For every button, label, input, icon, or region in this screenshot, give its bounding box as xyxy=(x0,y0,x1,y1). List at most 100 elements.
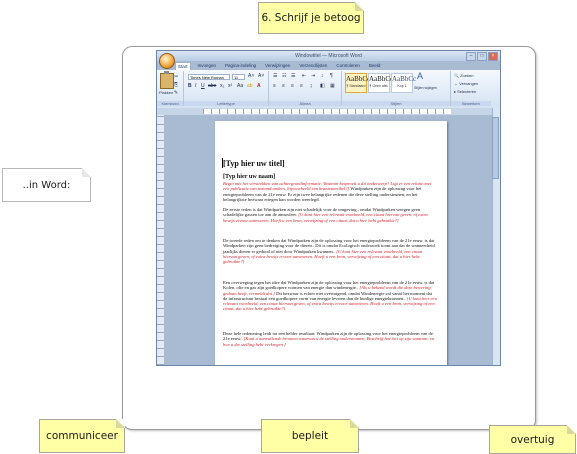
align-right-icon[interactable]: ≡ xyxy=(291,83,294,90)
placeholder-text: [Kunt u aanvullende bronnen waarvan u de… xyxy=(223,336,435,347)
paragraph-intro[interactable]: Begin met het verstrekken van achtergron… xyxy=(223,181,437,202)
subscript-icon[interactable]: x₂ xyxy=(220,83,224,90)
strikethrough-icon[interactable]: abe xyxy=(208,83,216,90)
vertical-ruler xyxy=(157,115,164,365)
scrollbar-thumb[interactable] xyxy=(492,117,499,179)
document-title[interactable]: [Typ hier uw titel] xyxy=(222,158,285,168)
clipboard-group-label: Klembord xyxy=(157,101,183,106)
find-label: Zoeken xyxy=(460,73,474,78)
note-fold xyxy=(116,419,125,428)
bullets-icon[interactable]: ☰ xyxy=(273,73,277,80)
styles-gallery: AaBbCcDd ¶ Standaard AaBbCcDd ¶ Geen afs… xyxy=(345,73,417,93)
note-fold xyxy=(350,419,359,428)
decrease-indent-icon[interactable]: ⇤ xyxy=(302,73,306,80)
multilevel-icon[interactable]: ☰ xyxy=(291,73,295,80)
select-label: Selecteren xyxy=(457,89,477,94)
align-center-icon[interactable]: ≡ xyxy=(282,83,285,90)
ribbon: Plakken ✂ ⎘ ✎ Klembord Times New Roman 1… xyxy=(157,70,500,109)
style-name: ¶ Standaard xyxy=(346,84,366,88)
numbering-icon[interactable]: ☷ xyxy=(282,73,286,80)
style-kop-1[interactable]: AaBbCc Kop 1 xyxy=(391,73,417,93)
editing-group: 🔍 Zoeken ↔ Vervangen ▸ Selecteren Bewerk… xyxy=(451,71,491,106)
change-case-icon[interactable]: Aa xyxy=(237,83,243,90)
select-button[interactable]: ▸ Selecteren xyxy=(454,88,476,95)
in-word-note-text: ..in Word: xyxy=(22,179,71,191)
paragraph-reason-2[interactable]: De tweede reden om te denken dat Windpar… xyxy=(223,238,437,264)
ribbon-tabs: Start Invoegen Pagina-indeling Verwijzin… xyxy=(175,61,382,70)
change-styles-label[interactable]: Stijlen wijzigen xyxy=(414,85,437,92)
title-note: 6. Schrijf je betoog xyxy=(258,2,364,34)
communiceer-note-text: communiceer xyxy=(46,430,118,442)
line-spacing-icon[interactable]: ↨ xyxy=(310,83,313,90)
increase-indent-icon[interactable]: ⇥ xyxy=(311,73,315,80)
paragraph-counterargument[interactable]: Een overweging tegen het idee dat Windpa… xyxy=(223,280,437,312)
cut-icon[interactable]: ✂ xyxy=(174,74,178,81)
pilcrow-icon[interactable]: ¶ xyxy=(330,73,333,80)
horizontal-ruler[interactable] xyxy=(203,109,451,114)
highlight-icon[interactable]: ab xyxy=(247,83,253,90)
word-window: Windowtitel — Microsoft Word – □ × Start… xyxy=(156,50,501,366)
style-preview: AaBbCcDd xyxy=(346,75,379,83)
font-size-select[interactable]: 11 xyxy=(232,74,245,80)
bold-icon[interactable]: B xyxy=(188,83,192,90)
style-standaard[interactable]: AaBbCcDd ¶ Standaard xyxy=(345,73,379,93)
document-page[interactable]: [Typ hier uw titel] [Typ hier uw naam] B… xyxy=(215,121,447,365)
tab-start[interactable]: Start xyxy=(175,61,191,70)
style-preview: AaBbCcDd xyxy=(369,75,402,83)
italic-icon[interactable]: I xyxy=(195,83,196,90)
change-styles-icon[interactable]: A xyxy=(417,72,423,81)
paste-icon[interactable] xyxy=(160,71,174,89)
style-geen-afstand[interactable]: AaBbCcDd ¶ Geen afst. xyxy=(368,73,402,93)
communiceer-note: communiceer xyxy=(39,419,125,453)
window-title: Windowtitel — Microsoft Word xyxy=(295,53,362,59)
shrink-font-icon[interactable]: A˅ xyxy=(258,73,264,80)
window-controls: – □ × xyxy=(466,52,498,61)
shading-icon[interactable]: ◧ xyxy=(320,83,325,90)
note-fold xyxy=(82,168,91,177)
paste-label: Plakken xyxy=(159,90,174,95)
underline-icon[interactable]: U xyxy=(201,83,205,90)
tab-verzendlijsten[interactable]: Verzendlijsten xyxy=(297,62,329,69)
grow-font-icon[interactable]: A˄ xyxy=(248,73,254,80)
paragraph-group-label: Alinea xyxy=(269,101,341,106)
style-name: ¶ Geen afst. xyxy=(369,84,389,88)
minimize-icon[interactable]: – xyxy=(466,52,476,61)
font-name-select[interactable]: Times New Roman xyxy=(188,74,230,80)
replace-label: Vervangen xyxy=(459,81,479,86)
editing-group-label: Bewerken xyxy=(451,101,491,106)
sort-icon[interactable]: ↕ xyxy=(321,73,324,80)
note-fold xyxy=(355,2,364,11)
style-name: Kop 1 xyxy=(397,84,407,88)
tab-beeld[interactable]: Beeld xyxy=(367,62,383,69)
styles-group-label: Stijlen xyxy=(342,101,450,106)
style-preview: AaBbCc xyxy=(392,75,417,83)
tab-verwijzingen[interactable]: Verwijzingen xyxy=(263,62,292,69)
overtuig-note-text: overtuig xyxy=(510,433,555,446)
document-author[interactable]: [Typ hier uw naam] xyxy=(223,173,275,180)
superscript-icon[interactable]: x² xyxy=(228,83,232,90)
bepleit-note-text: bepleit xyxy=(291,430,329,442)
styles-group: AaBbCcDd ¶ Standaard AaBbCcDd ¶ Geen afs… xyxy=(342,71,451,106)
find-button[interactable]: 🔍 Zoeken xyxy=(454,72,473,79)
align-left-icon[interactable]: ≡ xyxy=(273,83,276,90)
paragraph-group: ☰ ☷ ☰ ⇤ ⇥ ↕ ¶ ≡ ≡ ≡ ≡ ↨ ◧ ▦ Alinea xyxy=(269,71,342,106)
paragraph-conclusion[interactable]: Deze hele redenering leidt tot een helde… xyxy=(223,331,437,347)
replace-button[interactable]: ↔ Vervangen xyxy=(454,80,478,87)
tab-controleren[interactable]: Controleren xyxy=(334,62,362,69)
font-color-icon[interactable]: A xyxy=(257,83,261,90)
paragraph-reason-1[interactable]: De eerste reden is dat Windparken zijn n… xyxy=(223,207,437,223)
maximize-icon[interactable]: □ xyxy=(477,52,487,61)
office-button[interactable] xyxy=(159,53,175,69)
bepleit-note: bepleit xyxy=(261,419,359,453)
tab-pagina-indeling[interactable]: Pagina-indeling xyxy=(223,62,258,69)
close-icon[interactable]: × xyxy=(488,52,498,61)
borders-icon[interactable]: ▦ xyxy=(330,83,335,90)
window-titlebar: Windowtitel — Microsoft Word – □ × xyxy=(157,51,500,61)
format-painter-icon[interactable]: ✎ xyxy=(174,90,178,97)
clipboard-group: Plakken ✂ ⎘ ✎ Klembord xyxy=(157,71,184,106)
note-fold xyxy=(567,425,576,434)
tab-invoegen[interactable]: Invoegen xyxy=(196,62,219,69)
title-note-text: 6. Schrijf je betoog xyxy=(261,12,361,24)
copy-icon[interactable]: ⎘ xyxy=(174,82,178,89)
justify-icon[interactable]: ≡ xyxy=(300,83,303,90)
